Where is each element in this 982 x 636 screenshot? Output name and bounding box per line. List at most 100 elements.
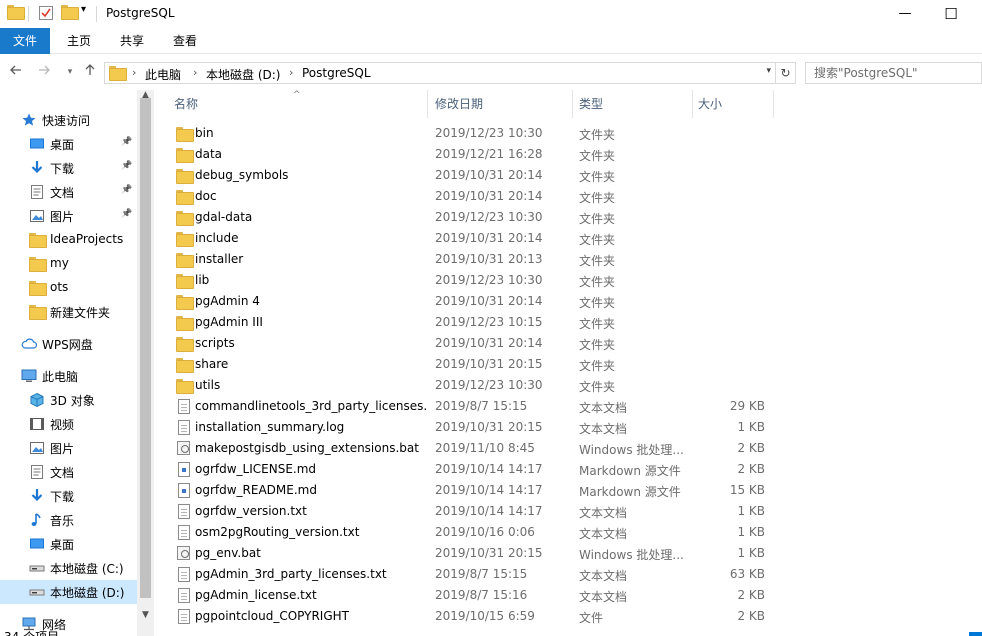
tab-share[interactable]: 共享 — [110, 28, 154, 54]
sidebar-item-entry-0[interactable]: 快速访问 — [0, 108, 137, 132]
table-row[interactable]: installer 2019/10/31 20:13 文件夹 — [168, 249, 978, 270]
file-type: 文本文档 — [579, 527, 628, 541]
table-row[interactable]: pgAdmin_license.txt 2019/8/7 15:16 文本文档 2 K… — [168, 585, 978, 606]
back-arrow-icon[interactable] — [6, 63, 26, 81]
table-row[interactable]: utils 2019/12/23 10:30 文件夹 — [168, 375, 978, 396]
table-row[interactable]: include 2019/10/31 20:14 文件夹 — [168, 228, 978, 249]
new-folder-icon[interactable] — [61, 5, 79, 23]
sidebar-item-entry-16[interactable]: 音乐 — [0, 508, 137, 532]
forward-arrow-icon[interactable] — [34, 63, 54, 81]
address-dropdown-chevron-icon[interactable]: ▾ — [766, 66, 771, 76]
text-file-icon — [176, 588, 192, 603]
table-row[interactable]: data 2019/12/21 16:28 文件夹 — [168, 144, 978, 165]
tab-home[interactable]: 主页 — [57, 28, 101, 54]
sidebar-item-my[interactable]: my — [0, 252, 137, 276]
column-header-modified[interactable]: 修改日期 — [415, 90, 572, 118]
table-row[interactable]: debug_symbols 2019/10/31 20:14 文件夹 — [168, 165, 978, 186]
sidebar-item-entry-12[interactable]: 视频 — [0, 412, 137, 436]
table-row[interactable]: pgpointcloud_COPYRIGHT 2019/10/15 6:59 文件 2… — [168, 606, 978, 627]
folder-icon — [29, 232, 47, 248]
table-row[interactable]: commandlinetools_3rd_party_licenses... 20… — [168, 396, 978, 417]
scroll-down-arrow-icon[interactable]: ▼ — [137, 610, 154, 620]
up-arrow-icon[interactable] — [80, 63, 100, 81]
tab-view[interactable]: 查看 — [163, 28, 207, 54]
table-row[interactable]: ogrfdw_LICENSE.md 2019/10/14 14:17 Markdow… — [168, 459, 978, 480]
file-modified-date: 2019/8/7 15:16 — [435, 588, 528, 602]
column-header-size[interactable]: 大小 — [678, 90, 758, 118]
document-icon — [29, 184, 45, 200]
table-row[interactable]: gdal-data 2019/12/23 10:30 文件夹 — [168, 207, 978, 228]
sidebar-item-ideaprojects[interactable]: IdeaProjects — [0, 228, 137, 252]
sidebar-item-entry-17[interactable]: 桌面 — [0, 532, 137, 556]
breadcrumb-this-pc[interactable]: 此电脑 — [145, 66, 181, 83]
table-row[interactable]: ogrfdw_version.txt 2019/10/14 14:17 文本文档 1 … — [168, 501, 978, 522]
pin-icon[interactable]: 📌 — [121, 185, 132, 195]
breadcrumb-separator-icon[interactable]: › — [193, 66, 197, 79]
properties-icon[interactable] — [38, 5, 54, 23]
folder-icon — [176, 147, 194, 163]
customize-toolbar-chevron-icon[interactable]: ▾ — [81, 4, 86, 22]
sidebar-item-d[interactable]: 本地磁盘 (D:) — [0, 580, 137, 604]
maximize-button[interactable]: ☐ — [928, 0, 974, 28]
pin-icon[interactable]: 📌 — [121, 209, 132, 219]
sidebar-item-entry-2[interactable]: 下载 📌 — [0, 156, 137, 180]
file-modified-date: 2019/10/16 0:06 — [435, 525, 535, 539]
table-row[interactable]: pgAdmin 4 2019/10/31 20:14 文件夹 — [168, 291, 978, 312]
search-box[interactable] — [805, 62, 982, 84]
table-row[interactable]: pgAdmin_3rd_party_licenses.txt 2019/8/7 1… — [168, 564, 978, 585]
sidebar-item-entry-8[interactable]: 新建文件夹 — [0, 300, 137, 324]
table-row[interactable]: scripts 2019/10/31 20:14 文件夹 — [168, 333, 978, 354]
refresh-icon[interactable]: ↻ — [776, 62, 796, 84]
table-row[interactable]: osm2pgRouting_version.txt 2019/10/16 0:06… — [168, 522, 978, 543]
breadcrumb-separator-icon[interactable]: › — [132, 66, 136, 79]
breadcrumb-postgresql[interactable]: PostgreSQL — [302, 66, 371, 80]
sidebar-item-entry-1[interactable]: 桌面 📌 — [0, 132, 137, 156]
sidebar-item-ots[interactable]: ots — [0, 276, 137, 300]
table-row[interactable]: doc 2019/10/31 20:14 文件夹 — [168, 186, 978, 207]
sidebar-item-entry-10[interactable]: 此电脑 — [0, 364, 137, 388]
table-row[interactable]: bin 2019/12/23 10:30 文件夹 — [168, 123, 978, 144]
sidebar-item-entry-15[interactable]: 下载 — [0, 484, 137, 508]
table-row[interactable]: lib 2019/12/23 10:30 文件夹 — [168, 270, 978, 291]
pin-icon[interactable]: 📌 — [121, 161, 132, 171]
file-type: 文件夹 — [579, 254, 616, 268]
breadcrumb-drive-d[interactable]: 本地磁盘 (D:) — [206, 66, 280, 83]
sidebar-item-c[interactable]: 本地磁盘 (C:) — [0, 556, 137, 580]
column-header-type[interactable]: 类型 — [559, 90, 692, 118]
search-input[interactable] — [806, 63, 981, 83]
breadcrumb-separator-icon[interactable]: › — [289, 66, 293, 79]
sidebar-item-wps[interactable]: WPS网盘 — [0, 332, 137, 356]
table-row[interactable]: installation_summary.log 2019/10/31 20:15… — [168, 417, 978, 438]
table-row[interactable]: pgAdmin III 2019/12/23 10:15 文件夹 — [168, 312, 978, 333]
sidebar-item-entry-4[interactable]: 图片 📌 — [0, 204, 137, 228]
text-file-icon — [176, 420, 192, 435]
sidebar-item-entry-13[interactable]: 图片 — [0, 436, 137, 460]
column-divider[interactable] — [773, 90, 774, 118]
file-modified-date: 2019/10/31 20:14 — [435, 168, 543, 182]
pin-icon[interactable]: 📌 — [121, 137, 132, 147]
sidebar-item-entry-3[interactable]: 文档 📌 — [0, 180, 137, 204]
scrollbar-thumb[interactable] — [140, 98, 151, 598]
file-icon — [176, 609, 192, 624]
recent-locations-chevron-icon[interactable]: ▾ — [60, 63, 80, 81]
file-modified-date: 2019/12/23 10:30 — [435, 378, 543, 392]
minimize-button[interactable]: — — [882, 0, 928, 28]
sidebar-item-3d[interactable]: 3D 对象 — [0, 388, 137, 412]
resize-grip[interactable] — [969, 632, 982, 636]
file-type: 文件夹 — [579, 128, 616, 142]
file-type: 文件夹 — [579, 359, 616, 373]
file-type: 文件夹 — [579, 233, 616, 247]
column-header-name[interactable]: 名称 — [154, 90, 427, 118]
nav-scrollbar[interactable]: ▲ ▼ — [137, 90, 154, 636]
sidebar-item-label: 桌面 — [50, 138, 75, 152]
address-bar[interactable]: › 此电脑 › 本地磁盘 (D:) › PostgreSQL ▾ — [104, 62, 776, 84]
file-name: utils — [195, 378, 221, 392]
table-row[interactable]: makepostgisdb_using_extensions.bat 2019/1… — [168, 438, 978, 459]
table-row[interactable]: ogrfdw_README.md 2019/10/14 14:17 Markdown… — [168, 480, 978, 501]
table-row[interactable]: pg_env.bat 2019/10/31 20:15 Windows 批处理...… — [168, 543, 978, 564]
navigation-pane: 快速访问 桌面 📌 下载 📌 文档 📌 图片 📌 IdeaProjects my ots 新建文件夹 WP… — [0, 90, 154, 636]
tab-file[interactable]: 文件 — [0, 28, 50, 54]
file-modified-date: 2019/8/7 15:15 — [435, 567, 528, 581]
sidebar-item-entry-14[interactable]: 文档 — [0, 460, 137, 484]
table-row[interactable]: share 2019/10/31 20:15 文件夹 — [168, 354, 978, 375]
